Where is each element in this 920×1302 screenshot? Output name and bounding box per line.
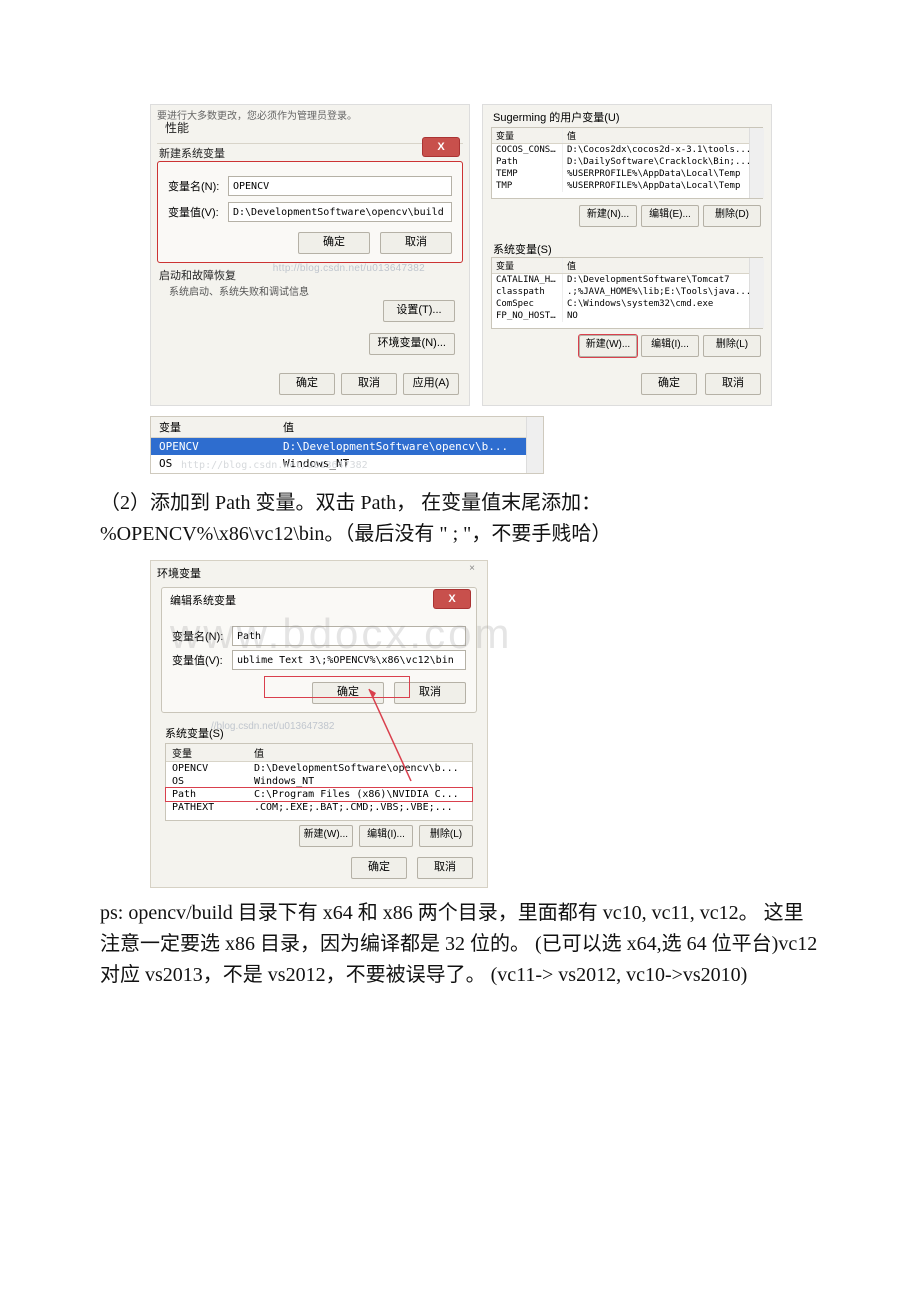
list-item-highlighted[interactable]: PathC:\Program Files (x86)\NVIDIA C... [166, 788, 472, 801]
startup-recovery-sub: 系统启动、系统失败和调试信息 [169, 283, 309, 298]
ok-button[interactable]: 确定 [312, 682, 384, 704]
ok-button[interactable]: 确定 [641, 373, 697, 395]
startup-recovery-label: 启动和故障恢复 [159, 267, 236, 283]
list-item[interactable]: PATHEXT.COM;.EXE;.BAT;.CMD;.VBS;.VBE;... [166, 801, 472, 814]
variable-value-input[interactable] [232, 650, 466, 670]
cancel-button[interactable]: 取消 [417, 857, 473, 879]
column-value: 值 [275, 417, 543, 437]
list-item[interactable]: PathD:\DailySoftware\Cracklock\Bin;... [492, 156, 762, 168]
article-paragraph: （2）添加到 Path 变量。双击 Path， 在变量值末尾添加：%OPENCV… [100, 488, 820, 550]
variable-name-input[interactable] [228, 176, 452, 196]
list-item[interactable]: OPENCVD:\DevelopmentSoftware\opencv\b... [166, 762, 472, 775]
column-value: 值 [563, 128, 762, 143]
scrollbar[interactable] [526, 417, 543, 473]
list-item[interactable]: TEMP%USERPROFILE%\AppData\Local\Temp [492, 168, 762, 180]
system-variables-title: 系统变量(S) [165, 725, 224, 741]
variable-value-label: 变量值(V): [168, 204, 228, 220]
list-item[interactable]: OSWindows_NT [166, 775, 472, 788]
system-properties-dialog: 要进行大多数更改，您必须作为管理员登录。 性能 新建系统变量 X 变量名(N):… [150, 104, 470, 406]
user-variables-title: Sugerming 的用户变量(U) [493, 109, 620, 125]
list-item[interactable]: ComSpecC:\Windows\system32\cmd.exe [492, 298, 762, 310]
ok-button[interactable]: 确定 [351, 857, 407, 879]
variable-name-label: 变量名(N): [168, 178, 228, 194]
list-item-selected[interactable]: OPENCVD:\DevelopmentSoftware\opencv\b... [151, 438, 543, 455]
list-item[interactable]: classpath.;%JAVA_HOME%\lib;E:\Tools\java… [492, 286, 762, 298]
cancel-button[interactable]: 取消 [705, 373, 761, 395]
delete-button[interactable]: 删除(L) [703, 335, 761, 357]
scrollbar[interactable] [749, 128, 764, 198]
column-variable: 变量 [166, 744, 248, 761]
system-variables-list[interactable]: 变量 值 OPENCVD:\DevelopmentSoftware\opencv… [165, 743, 473, 821]
watermark-text: http://blog.csdn.net/u013647382 [273, 263, 425, 274]
close-icon[interactable]: X [423, 138, 459, 156]
new-button[interactable]: 新建(W)... [579, 335, 637, 357]
list-item[interactable]: CATALINA_HOMED:\DevelopmentSoftware\Tomc… [492, 274, 762, 286]
system-variables-list[interactable]: 变量 值 CATALINA_HOMED:\DevelopmentSoftware… [491, 257, 763, 329]
column-variable: 变量 [492, 128, 563, 143]
new-button[interactable]: 新建(W)... [299, 825, 353, 847]
environment-variables-button[interactable]: 环境变量(N)... [369, 333, 455, 355]
cancel-button[interactable]: 取消 [394, 682, 466, 704]
variable-value-input[interactable] [228, 202, 452, 222]
edit-button[interactable]: 编辑(I)... [641, 335, 699, 357]
column-variable: 变量 [151, 417, 275, 437]
ok-button[interactable]: 确定 [279, 373, 335, 395]
edit-button[interactable]: 编辑(E)... [641, 205, 699, 227]
system-variables-strip: 变量 值 OPENCVD:\DevelopmentSoftware\opencv… [150, 416, 544, 474]
cancel-button[interactable]: 取消 [380, 232, 452, 254]
column-value: 值 [563, 258, 762, 273]
edit-system-variable-dialog: 编辑系统变量 X 变量名(N): 变量值(V): 确定 取消 [161, 587, 477, 713]
edit-variable-title: 编辑系统变量 [170, 592, 236, 608]
env-dialog-title: 环境变量 [157, 565, 201, 581]
settings-button[interactable]: 设置(T)... [383, 300, 455, 322]
cancel-button[interactable]: 取消 [341, 373, 397, 395]
close-icon[interactable]: × [463, 563, 481, 577]
new-variable-panel: 变量名(N): 变量值(V): 确定 取消 [157, 161, 463, 263]
column-variable: 变量 [492, 258, 563, 273]
apply-button[interactable]: 应用(A) [403, 373, 459, 395]
close-icon[interactable]: X [434, 590, 470, 608]
variable-name-label: 变量名(N): [172, 628, 232, 644]
edit-button[interactable]: 编辑(I)... [359, 825, 413, 847]
variable-name-input[interactable] [232, 626, 466, 646]
screenshot-edit-path: 环境变量 × 编辑系统变量 X 变量名(N): 变量值(V): 确定 取消 系统… [150, 560, 488, 888]
scrollbar[interactable] [749, 258, 764, 328]
ok-button[interactable]: 确定 [298, 232, 370, 254]
watermark-text: http://blog.csdn.net/u013647382 [181, 460, 368, 471]
list-item[interactable]: FP_NO_HOST_C.NO [492, 310, 762, 322]
delete-button[interactable]: 删除(L) [419, 825, 473, 847]
delete-button[interactable]: 删除(D) [703, 205, 761, 227]
screenshot-system-properties: 要进行大多数更改，您必须作为管理员登录。 性能 新建系统变量 X 变量名(N):… [150, 104, 770, 409]
system-variables-title: 系统变量(S) [493, 241, 552, 257]
environment-variables-dialog: Sugerming 的用户变量(U) 变量 值 COCOS_CONSOL...D… [482, 104, 772, 406]
performance-label: 性能 [165, 119, 189, 136]
watermark-text: //blog.csdn.net/u013647382 [211, 721, 334, 732]
column-value: 值 [248, 744, 472, 761]
list-item[interactable]: COCOS_CONSOL...D:\Cocos2dx\cocos2d-x-3.1… [492, 144, 762, 156]
list-item[interactable]: TMP%USERPROFILE%\AppData\Local\Temp [492, 180, 762, 192]
variable-value-label: 变量值(V): [172, 652, 232, 668]
user-variables-list[interactable]: 变量 值 COCOS_CONSOL...D:\Cocos2dx\cocos2d-… [491, 127, 763, 199]
article-paragraph: ps: opencv/build 目录下有 x64 和 x86 两个目录，里面都… [100, 898, 820, 991]
new-button[interactable]: 新建(N)... [579, 205, 637, 227]
